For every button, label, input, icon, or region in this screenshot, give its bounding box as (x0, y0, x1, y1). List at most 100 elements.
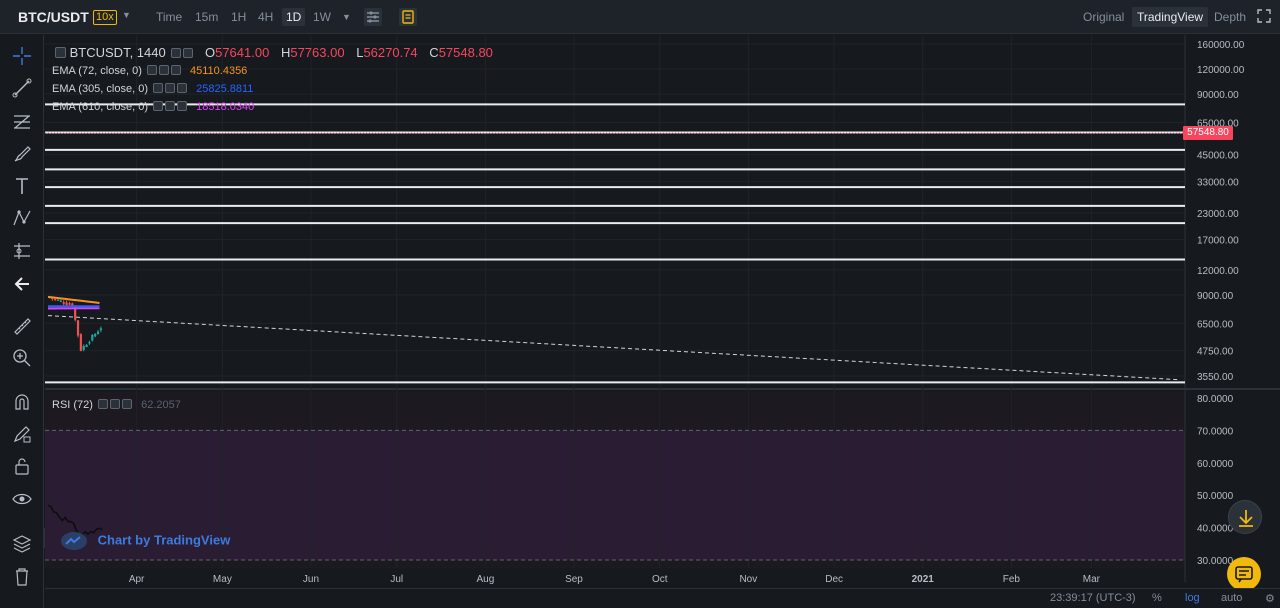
ema72-value: 45110.4356 (190, 65, 248, 77)
timeframe-15m[interactable]: 15m (195, 10, 218, 24)
x-axis-label: Feb (1003, 574, 1021, 585)
candle-body (94, 334, 97, 337)
ema610-eye-icon[interactable] (153, 101, 164, 111)
download-button[interactable] (1228, 500, 1262, 534)
fib-retracement-icon[interactable] (11, 111, 33, 133)
ema72-legend: EMA (72, close, 0) 45110.4356 (52, 65, 247, 77)
log-scale-toggle[interactable]: log (1185, 592, 1200, 604)
price-axis-label: 9000.00 (1197, 291, 1234, 302)
chart-properties-icon[interactable] (399, 8, 417, 26)
main-legend: BTCUSDT, 1440 O57641.00 H57763.00 L56270… (53, 45, 493, 60)
trash-icon[interactable] (11, 565, 33, 587)
price-chart[interactable]: Apr May Jun Jul Aug Sep Oct Nov Dec 2021 Feb Mar 160… (45, 35, 1280, 608)
view-tradingview[interactable]: TradingView (1132, 7, 1209, 27)
collapse-legend-icon[interactable] (55, 47, 66, 58)
view-depth[interactable]: Depth (1214, 10, 1246, 24)
leverage-badge[interactable]: 10x (93, 10, 117, 25)
ohlc-high-label: H (280, 45, 291, 60)
rsi-close-icon[interactable] (122, 399, 133, 409)
lock-drawing-pencil-icon[interactable] (11, 423, 33, 445)
rsi-settings-icon[interactable] (110, 399, 121, 409)
candle-body (62, 302, 65, 304)
ohlc-open-value: 57641.00 (215, 45, 270, 60)
ema305-name: EMA (305, close, 0) (52, 83, 148, 95)
symbol-pair[interactable]: BTC/USDT (18, 9, 89, 25)
ema610-legend: EMA (610, close, 0) 18518.0340 (52, 101, 254, 113)
eye-icon[interactable] (11, 488, 33, 510)
lock-icon[interactable] (11, 455, 33, 477)
timeframe-time[interactable]: Time (156, 10, 182, 24)
back-arrow-icon[interactable] (11, 273, 33, 295)
price-axis-label: 4750.00 (1197, 347, 1234, 358)
top-toolbar: BTC/USDT 10x ▼ Time 15m 1H 4H 1D 1W ▼ Or… (0, 0, 1280, 34)
view-original[interactable]: Original (1083, 10, 1124, 24)
timeframe-1w[interactable]: 1W (313, 10, 331, 24)
candle-body (54, 298, 57, 300)
ema305-eye-icon[interactable] (153, 83, 164, 93)
price-axis-label: 17000.00 (1197, 235, 1239, 246)
candle-body (59, 300, 62, 302)
tradingview-watermark[interactable]: Chart by TradingView (60, 531, 230, 551)
zoom-in-icon[interactable] (11, 347, 33, 369)
trend-line-icon[interactable] (11, 77, 33, 99)
x-axis-label: Apr (129, 574, 145, 585)
last-price-tag: 57548.80 (1183, 126, 1233, 141)
watermark-text: Chart by TradingView (97, 532, 231, 548)
prediction-icon[interactable] (11, 240, 33, 262)
ema305-value: 25825.8811 (196, 83, 254, 95)
text-tool-icon[interactable] (11, 175, 33, 197)
indicator-settings-icon[interactable] (364, 8, 382, 26)
ema305-settings-icon[interactable] (165, 83, 176, 93)
chart-area[interactable]: Apr May Jun Jul Aug Sep Oct Nov Dec 2021 Feb Mar 160… (45, 35, 1280, 608)
candle-body (82, 346, 85, 350)
rsi-eye-icon[interactable] (98, 399, 109, 409)
ohlc-close-value: 57548.80 (438, 45, 493, 60)
timeframe-more-chevron-down-icon[interactable]: ▼ (342, 12, 351, 22)
leverage-chevron-down-icon[interactable]: ▼ (122, 10, 131, 20)
candle-body (85, 344, 88, 347)
price-axis-label: 90000.00 (1197, 90, 1239, 101)
ema72-close-icon[interactable] (170, 65, 181, 75)
layers-icon[interactable] (11, 532, 33, 554)
chat-button[interactable] (1227, 557, 1261, 591)
magnet-icon[interactable] (11, 391, 33, 413)
pattern-icon[interactable] (11, 207, 33, 229)
timeframe-1h[interactable]: 1H (231, 10, 246, 24)
rsi-axis-label: 80.0000 (1197, 394, 1234, 405)
timeframe-4h[interactable]: 4H (258, 10, 273, 24)
candle-body (76, 320, 80, 336)
crosshair-icon[interactable] (11, 45, 33, 67)
timeframe-1d[interactable]: 1D (282, 8, 306, 26)
fullscreen-icon[interactable] (1256, 8, 1274, 26)
percent-scale-toggle[interactable]: % (1152, 592, 1162, 604)
x-axis-label: Sep (565, 574, 583, 585)
legend-settings-icon[interactable] (183, 48, 194, 58)
ema305-close-icon[interactable] (177, 83, 188, 93)
rsi-axis-label: 70.0000 (1197, 426, 1234, 437)
x-axis-label: May (213, 574, 232, 585)
clock-readout[interactable]: 23:39:17 (UTC-3) (1050, 592, 1136, 604)
tradingview-logo-icon (60, 531, 88, 551)
candle-body (91, 334, 94, 341)
candle-body (56, 299, 60, 301)
candle-body (79, 334, 82, 351)
rsi-legend: RSI (72) 62.2057 (52, 399, 181, 411)
x-axis-label: Jul (390, 574, 403, 585)
ruler-icon[interactable] (11, 315, 33, 337)
legend-eye-icon[interactable] (171, 48, 182, 58)
candle-body (96, 331, 100, 335)
brush-icon[interactable] (11, 143, 33, 165)
ema72-settings-icon[interactable] (158, 65, 169, 75)
ohlc-open-label: O (204, 45, 216, 60)
x-axis-label: Nov (739, 574, 757, 585)
bottom-bar: 23:39:17 (UTC-3) % log auto ⚙ (45, 588, 1280, 608)
ema610-name: EMA (610, close, 0) (52, 101, 148, 113)
ema610-settings-icon[interactable] (165, 101, 176, 111)
price-axis-label: 45000.00 (1197, 151, 1239, 162)
drawing-toolbar (0, 35, 44, 608)
chart-settings-gear-icon[interactable]: ⚙ (1265, 592, 1275, 605)
ema610-close-icon[interactable] (177, 101, 188, 111)
price-axis-label: 6500.00 (1197, 319, 1234, 330)
ema72-eye-icon[interactable] (146, 65, 157, 75)
auto-scale-toggle[interactable]: auto (1221, 592, 1242, 604)
